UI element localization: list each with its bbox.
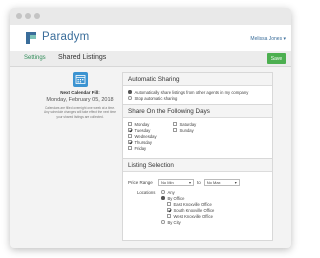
weekend-column: Saturday Sunday (173, 121, 196, 133)
checkbox-checked[interactable] (128, 140, 132, 144)
checkbox[interactable] (128, 122, 132, 126)
listing-selection-panel: Listing Selection Price Range No Min ▾ t… (122, 158, 273, 241)
office-label: West Knoxville Office (173, 213, 213, 219)
calendar-icon (72, 72, 88, 87)
office-label: East Knoxville Office (173, 201, 212, 207)
radio-selected-icon[interactable] (161, 196, 165, 200)
sub-navigation: Settings Shared Listings Save (10, 51, 291, 67)
window-minimize-icon[interactable] (25, 13, 31, 19)
app-header: Paradym Melissa Jones ▾ (10, 25, 291, 51)
chevron-down-icon: ▾ (234, 179, 237, 185)
share-days-panel: Share On the Following Days Monday Tuesd… (122, 104, 273, 161)
day-sunday[interactable]: Sunday (173, 127, 196, 133)
automatic-sharing-title: Automatic Sharing (123, 73, 272, 86)
checkbox-checked[interactable] (167, 208, 171, 212)
calendar-fill-info: Next Calendar Fill: Monday, February 05,… (40, 72, 120, 119)
day-label: Thursday (134, 139, 152, 145)
save-button[interactable]: Save (267, 53, 286, 64)
window-maximize-icon[interactable] (34, 13, 40, 19)
radio-selected-icon[interactable] (128, 90, 132, 94)
next-fill-date: Monday, February 05, 2018 (46, 97, 114, 103)
office-south[interactable]: South Knoxville Office (167, 207, 214, 213)
checkbox[interactable] (128, 134, 132, 138)
user-menu[interactable]: Melissa Jones ▾ (250, 36, 286, 42)
office-east[interactable]: East Knoxville Office (167, 201, 214, 207)
max-price-value: No Max (206, 179, 221, 185)
title-bar (10, 8, 291, 25)
day-label: Sunday (179, 127, 194, 133)
brand-name: Paradym (42, 31, 90, 43)
window-close-icon[interactable] (16, 13, 22, 19)
min-price-value: No Min (161, 179, 174, 185)
max-price-select[interactable]: No Max ▾ (203, 178, 240, 186)
radio-unselected-icon[interactable] (128, 96, 132, 100)
automatic-sharing-panel: Automatic Sharing Automatically share li… (122, 72, 273, 105)
next-fill-label: Next Calendar Fill: (60, 90, 100, 95)
chevron-down-icon: ▾ (188, 179, 191, 185)
location-any-label: Any (167, 189, 175, 195)
auto-share-label: Automatically share listings from other … (134, 89, 249, 95)
location-by-city[interactable]: By City (161, 219, 214, 225)
auto-share-option[interactable]: Automatically share listings from other … (128, 89, 267, 95)
min-price-select[interactable]: No Min ▾ (158, 178, 194, 186)
price-range-row: Price Range No Min ▾ to No Max ▾ (128, 177, 267, 187)
checkbox[interactable] (167, 214, 171, 218)
radio-unselected-icon[interactable] (161, 220, 165, 224)
radio-unselected-icon[interactable] (161, 190, 165, 194)
checkbox-checked[interactable] (128, 128, 132, 132)
office-label: South Knoxville Office (173, 207, 215, 213)
day-label: Tuesday (134, 127, 151, 133)
locations-options: Any By Office East Knoxville Office Sout… (161, 189, 214, 225)
checkbox[interactable] (167, 202, 171, 206)
day-label: Monday (134, 121, 150, 127)
stop-share-label: Stop automatic sharing (134, 95, 178, 101)
day-label: Wednesday (134, 133, 157, 139)
price-range-label: Price Range (128, 179, 153, 185)
stop-share-option[interactable]: Stop automatic sharing (128, 95, 267, 101)
days-grid: Monday Tuesday Wednesday Thursday Friday… (128, 121, 267, 157)
office-west[interactable]: West Knoxville Office (167, 213, 214, 219)
location-by-city-label: By City (167, 219, 181, 225)
listing-selection-title: Listing Selection (123, 159, 272, 172)
locations-label: Locations (137, 190, 156, 195)
settings-link[interactable]: Settings (24, 55, 46, 61)
weekday-column: Monday Tuesday Wednesday Thursday Friday (128, 121, 157, 151)
page-title: Shared Listings (58, 54, 107, 61)
app-window: Paradym Melissa Jones ▾ Settings Shared … (10, 8, 291, 248)
location-by-office-label: By Office (167, 195, 185, 201)
day-friday[interactable]: Friday (128, 145, 157, 151)
fill-note: Calendars are filled overnight one week … (43, 106, 117, 119)
checkbox[interactable] (128, 146, 132, 150)
day-label: Saturday (179, 121, 197, 127)
checkbox[interactable] (173, 128, 177, 132)
share-days-title: Share On the Following Days (123, 105, 272, 118)
to-label: to (197, 179, 201, 185)
paradym-logo-icon (26, 32, 36, 44)
day-label: Friday (134, 145, 147, 151)
checkbox[interactable] (173, 122, 177, 126)
locations-group: Locations Any By Office East Knoxville O… (128, 189, 267, 237)
